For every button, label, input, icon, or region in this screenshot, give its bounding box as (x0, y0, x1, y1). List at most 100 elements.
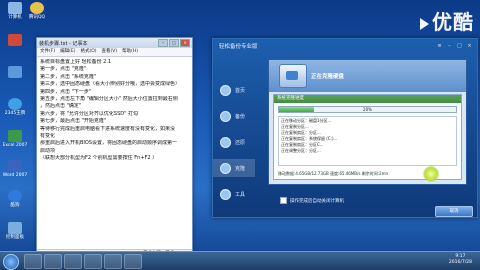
desktop-icon-label: 控制面板 (6, 235, 24, 240)
menu-edit[interactable]: 编辑(E) (60, 48, 75, 56)
desktop-icon-label: Excel 2007 (2, 143, 28, 148)
text-line: 第六步，将 "允许分区对齐以优化SSD" 打勾 (40, 110, 138, 117)
operation-log[interactable]: 正在移动分区：磁盘1分区... 正在复制分区... 正在复制扇区：分区... 正… (278, 116, 457, 166)
backup-icon (220, 110, 231, 122)
taskbar-item[interactable] (24, 254, 42, 269)
restore-icon (220, 136, 231, 148)
start-button[interactable] (3, 254, 19, 270)
desktop-icon-qq[interactable]: 腾讯QQ (24, 2, 50, 20)
text-line: 第一步，点击 "克隆" (40, 66, 87, 73)
text-line: 那重启后进入开机BIOS设置，将固态硬盘的启动顺序调成第一 (40, 140, 178, 147)
app-title: 轻松备份专业版 (219, 44, 258, 50)
sidebar-item-label: 克隆 (235, 165, 246, 172)
text-line: 启动项 (40, 147, 56, 154)
sidebar-item-label: 工具 (235, 191, 246, 198)
clone-progress-dialog: 正在克隆硬盘 系统克隆进度 20% 正在移动分区：磁盘1分区... 正在复制分区… (268, 59, 467, 185)
system-clock[interactable]: 9:17 2016/7/28 (449, 254, 472, 266)
desktop-icon-control-panel[interactable]: 控制面板 (2, 222, 28, 240)
text-line: ，然后点击 "确定" (40, 103, 82, 110)
taskbar-item[interactable] (44, 254, 62, 269)
maximize-icon[interactable]: □ (169, 39, 179, 47)
taskbar: 9:17 2016/7/28 (0, 251, 480, 270)
kugou-icon (8, 190, 22, 202)
browser-icon (8, 98, 22, 110)
app-icon (8, 66, 22, 78)
desktop-icon-label: 2345王牌 (4, 111, 26, 116)
taskbar-item[interactable] (124, 254, 142, 269)
taskbar-item[interactable] (104, 254, 122, 269)
notepad-window[interactable]: 装机步骤.txt - 记事本 – □ × 文件(F) 编辑(E) 格式(O) 查… (36, 37, 193, 259)
menu-help[interactable]: 帮助(H) (122, 48, 138, 56)
text-line: 系统目标盘置上好 轻松备份 2.1 (40, 59, 112, 65)
taskbar-item[interactable] (64, 254, 82, 269)
sidebar-item-home[interactable]: 首页 (213, 81, 255, 99)
progress-panel-title: 系统克隆进度 (274, 95, 461, 103)
notepad-titlebar[interactable]: 装机步骤.txt - 记事本 – □ × (37, 38, 192, 48)
progress-bar: 20% (278, 106, 457, 113)
notepad-menubar: 文件(F) 编辑(E) 格式(O) 查看(V) 帮助(H) (37, 48, 192, 57)
word-icon (8, 160, 22, 172)
text-line: 第三步，选中固态硬盘（看大小辨别好分哦，选中会变成绿色） (40, 81, 181, 88)
app-titlebar[interactable]: 轻松备份专业版 ≡ – □ × (213, 39, 477, 53)
text-line: 第七步，最后点击 "开始克隆" (40, 118, 107, 125)
shutdown-checkbox-label: 操作完成后自动关闭计算机 (290, 198, 344, 204)
transfer-stats: 移动数据:4.65GB/12.73GB 速度:65.46MB/s 剩余时间:2m… (278, 171, 389, 176)
desktop-icon-label: Word 2007 (2, 173, 28, 178)
notepad-title: 装机步骤.txt - 记事本 (39, 40, 88, 47)
sidebar-item-backup[interactable]: 备份 (213, 107, 255, 125)
sidebar-item-tools[interactable]: 工具 (213, 185, 255, 203)
desktop-icon-2345[interactable]: 2345王牌 (2, 98, 28, 116)
menu-file[interactable]: 文件(F) (40, 48, 55, 56)
tools-icon (220, 188, 231, 200)
desktop-icon-label: 酷狗 (10, 203, 20, 208)
excel-icon (8, 130, 22, 142)
taskbar-item[interactable] (84, 254, 102, 269)
backup-app-window[interactable]: 轻松备份专业版 ≡ – □ × 首页 备份 还原 克隆 工具 正在克隆硬盘 系统… (212, 38, 478, 218)
control-panel-icon (8, 222, 22, 234)
sidebar-item-label: 备份 (235, 113, 246, 120)
close-icon[interactable]: × (466, 43, 473, 49)
minimize-icon[interactable]: – (158, 39, 168, 47)
app-sidebar: 首页 备份 还原 克隆 工具 (213, 81, 255, 211)
play-icon (420, 17, 429, 30)
text-line: （联想大部分机型为F2 个别机型需要按住 Fn+F2 ） (40, 155, 158, 162)
home-icon (220, 84, 231, 96)
hard-disk-icon (279, 64, 307, 88)
desktop-icon-app[interactable] (2, 34, 28, 47)
close-icon[interactable]: × (180, 39, 190, 47)
menu-view[interactable]: 查看(V) (102, 48, 118, 56)
shutdown-option[interactable]: 操作完成后自动关闭计算机 (280, 197, 344, 204)
maximize-icon[interactable]: □ (456, 43, 463, 49)
minimize-icon[interactable]: – (446, 43, 453, 49)
progress-percent: 20% (363, 107, 372, 112)
desktop-icon-kugou[interactable]: 酷狗 (2, 190, 28, 208)
notepad-text-area[interactable]: 系统目标盘置上好 轻松备份 2.1 第一步，点击 "克隆" 第二步，点击 "系统… (37, 57, 192, 165)
text-line: 有变化 (40, 133, 56, 140)
sidebar-item-clone[interactable]: 克隆 (213, 159, 255, 177)
clone-icon (220, 162, 231, 174)
desktop-icon-app[interactable] (2, 66, 28, 79)
clock-date: 2016/7/28 (448, 260, 472, 265)
text-line: 第二步，点击 "系统克隆" (40, 73, 97, 80)
shutdown-checkbox[interactable] (280, 197, 287, 204)
log-line: 正在调整分区：分区... (281, 148, 321, 153)
menu-format[interactable]: 格式(O) (80, 48, 96, 56)
sidebar-item-label: 首页 (235, 87, 246, 94)
qq-icon (30, 2, 44, 14)
menu-icon[interactable]: ≡ (436, 43, 443, 49)
video-watermark: 优酷 (420, 6, 474, 35)
sidebar-item-restore[interactable]: 还原 (213, 133, 255, 151)
text-line: 第四步，点击 "下一步" (40, 88, 92, 95)
text-line: 等待移行完成后重启电脑看下进系统速度有没有变化，如果没 (40, 125, 176, 132)
cancel-button[interactable]: 取消 (435, 206, 473, 217)
text-line: 第五步，点击左下角 "编辑分区大小" 然后大小位置拉到最右侧 (40, 96, 178, 103)
computer-icon (8, 2, 22, 14)
desktop-icon-excel[interactable]: Excel 2007 (2, 130, 28, 148)
mouse-cursor-highlight (423, 166, 439, 182)
desktop-icon-word[interactable]: Word 2007 (2, 160, 28, 178)
dialog-header: 正在克隆硬盘 (269, 60, 466, 92)
app-icon (8, 34, 22, 46)
dialog-header-title: 正在克隆硬盘 (311, 74, 345, 80)
watermark-text: 优酷 (432, 10, 474, 34)
sidebar-item-label: 还原 (235, 139, 246, 146)
